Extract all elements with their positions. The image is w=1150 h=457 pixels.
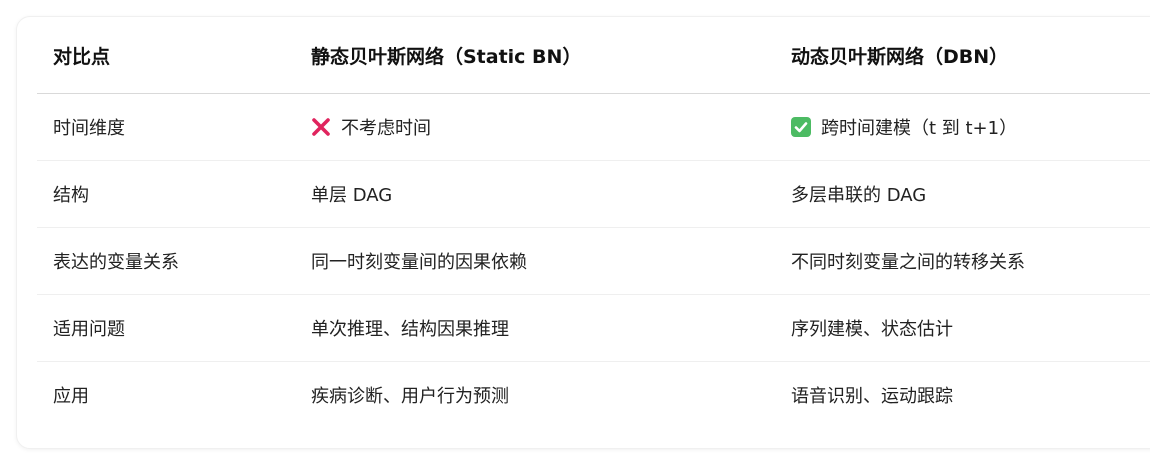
row-dynamic-cell: 语音识别、运动跟踪	[791, 386, 953, 407]
check-mark-icon	[791, 117, 811, 137]
row-dynamic-cell: 序列建模、状态估计	[775, 294, 1150, 362]
row-dynamic-cell: 多层串联的 DAG	[775, 160, 1150, 228]
row-dynamic-text: 跨时间建模（t 到 t+1）	[821, 118, 1018, 139]
table-row: 表达的变量关系 同一时刻变量间的因果依赖 不同时刻变量之间的转移关系	[37, 227, 1150, 295]
row-static-text: 不考虑时间	[341, 118, 431, 139]
row-point-cell: 结构	[37, 160, 295, 228]
header-dynamic-bn: 动态贝叶斯网络（DBN）	[775, 17, 1150, 94]
table-row: 适用问题 单次推理、结构因果推理 序列建模、状态估计	[37, 294, 1150, 362]
table-header-row: 对比点 静态贝叶斯网络（Static BN） 动态贝叶斯网络（DBN）	[37, 17, 1150, 94]
row-point-cell: 时间维度	[37, 93, 295, 161]
row-dynamic-cell: 不同时刻变量之间的转移关系	[775, 227, 1150, 295]
comparison-card: 对比点 静态贝叶斯网络（Static BN） 动态贝叶斯网络（DBN） 时间维度…	[16, 16, 1150, 449]
table-row: 结构 单层 DAG 多层串联的 DAG	[37, 160, 1150, 228]
row-static-cell: 疾病诊断、用户行为预测	[311, 386, 509, 407]
row-dynamic-cell: 跨时间建模（t 到 t+1）	[775, 93, 1150, 161]
cross-mark-icon	[311, 117, 331, 137]
row-point-cell: 表达的变量关系	[37, 227, 295, 295]
row-point-cell: 适用问题	[37, 294, 295, 362]
header-static-bn: 静态贝叶斯网络（Static BN）	[295, 17, 775, 94]
row-static-cell: 同一时刻变量间的因果依赖	[295, 227, 775, 295]
row-static-cell: 单层 DAG	[295, 160, 775, 228]
comparison-table: 对比点 静态贝叶斯网络（Static BN） 动态贝叶斯网络（DBN） 时间维度…	[37, 17, 1150, 428]
table-row: 时间维度 不考虑时间 跨时间建模（t 到 t+1）	[37, 93, 1150, 161]
row-point-cell: 应用	[53, 386, 89, 407]
header-comparison-point: 对比点	[37, 17, 295, 94]
table-row: 应用 疾病诊断、用户行为预测 语音识别、运动跟踪	[37, 362, 1150, 429]
row-static-cell: 不考虑时间	[295, 93, 775, 161]
row-static-cell: 单次推理、结构因果推理	[295, 294, 775, 362]
